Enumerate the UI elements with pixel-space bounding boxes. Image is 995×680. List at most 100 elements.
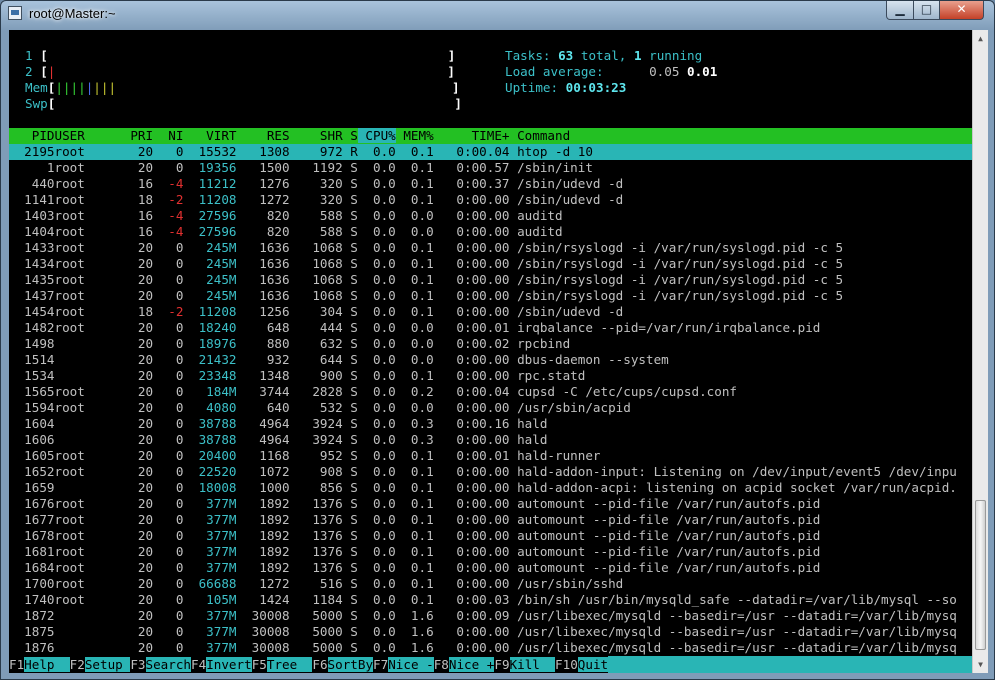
cell-time: 0:00.37 (433, 176, 510, 191)
fkey-f10[interactable]: F10 (555, 657, 578, 672)
process-row[interactable]: 1433root 20 0 245M 1636 1068 S 0.0 0.1 0… (9, 240, 972, 256)
process-row[interactable]: 1605root 20 0 20400 1168 952 S 0.0 0.1 0… (9, 448, 972, 464)
process-list[interactable]: 1root 20 0 19356 1500 1192 S 0.0 0.1 0:0… (9, 160, 972, 656)
column-header-virt[interactable]: VIRT (183, 128, 236, 143)
cell-ni: 0 (153, 512, 184, 527)
process-row[interactable]: 1482root 20 0 18240 648 444 S 0.0 0.0 0:… (9, 320, 972, 336)
fkey-f3[interactable]: F3 (130, 657, 146, 672)
process-row[interactable]: 1659 20 0 18008 1000 856 S 0.0 0.1 0:00.… (9, 480, 972, 496)
process-row[interactable]: 1652root 20 0 22520 1072 908 S 0.0 0.1 0… (9, 464, 972, 480)
cell-virt: 245M (183, 272, 237, 287)
column-header-time[interactable]: TIME+ (434, 128, 510, 143)
process-row[interactable]: 1434root 20 0 245M 1636 1068 S 0.0 0.1 0… (9, 256, 972, 272)
cell-command: /sbin/rsyslogd -i /var/run/syslogd.pid -… (509, 272, 844, 287)
cell-shr: 320 (289, 176, 343, 191)
fkey-f7[interactable]: F7 (373, 657, 389, 672)
vertical-scrollbar[interactable]: ▲ ▼ (972, 30, 988, 673)
cell-state: S (342, 464, 358, 479)
process-row[interactable]: 1435root 20 0 245M 1636 1068 S 0.0 0.1 0… (9, 272, 972, 288)
process-row[interactable]: 1740root 20 0 105M 1424 1184 S 0.0 0.1 0… (9, 592, 972, 608)
process-row[interactable]: 1root 20 0 19356 1500 1192 S 0.0 0.1 0:0… (9, 160, 972, 176)
fkey-label-f1[interactable]: Help (24, 657, 70, 672)
cell-cpu: 0.0 (357, 528, 396, 543)
process-row[interactable]: 1677root 20 0 377M 1892 1376 S 0.0 0.1 0… (9, 512, 972, 528)
cell-shr: 532 (289, 400, 343, 415)
fkey-label-f4[interactable]: Invert (206, 657, 252, 672)
process-row[interactable]: 1565root 20 0 184M 3744 2828 S 0.0 0.2 0… (9, 384, 972, 400)
process-row[interactable]: 1681root 20 0 377M 1892 1376 S 0.0 0.1 0… (9, 544, 972, 560)
putty-icon[interactable] (8, 6, 22, 20)
scroll-up-icon[interactable]: ▲ (973, 30, 988, 47)
cell-pri: 20 (122, 272, 154, 287)
fkey-f2[interactable]: F2 (69, 657, 85, 672)
process-row[interactable]: 1437root 20 0 245M 1636 1068 S 0.0 0.1 0… (9, 288, 972, 304)
fkey-f4[interactable]: F4 (191, 657, 207, 672)
process-row[interactable]: 1700root 20 0 66688 1272 516 S 0.0 0.1 0… (9, 576, 972, 592)
cell-user: root (54, 320, 123, 335)
column-header-user[interactable]: USER (55, 128, 123, 143)
process-row[interactable]: 1403root 16 -4 27596 820 588 S 0.0 0.0 0… (9, 208, 972, 224)
process-row[interactable]: 1404root 16 -4 27596 820 588 S 0.0 0.0 0… (9, 224, 972, 240)
cpu1-meter: 1 [] (25, 48, 456, 63)
cell-ni: 0 (153, 272, 184, 287)
fkey-label-f2[interactable]: Setup (84, 657, 131, 672)
column-header-res[interactable]: RES (237, 128, 290, 143)
fkey-f8[interactable]: F8 (433, 657, 449, 672)
uptime: Uptime: 00:03:23 (505, 80, 627, 95)
minimize-button[interactable]: ▁ (886, 1, 914, 20)
title-bar[interactable]: root@Master:~ ▁ □ ✕ (1, 1, 994, 27)
cell-mem: 0.1 (395, 288, 434, 303)
cell-user (55, 480, 123, 495)
process-row[interactable]: 440root 16 -4 11212 1276 320 S 0.0 0.1 0… (9, 176, 972, 192)
scroll-thumb[interactable] (975, 500, 986, 650)
process-row[interactable]: 1498 20 0 18976 880 632 S 0.0 0.0 0:00.0… (9, 336, 972, 352)
fkey-label-f10[interactable]: Quit (577, 657, 609, 672)
column-header-command[interactable]: Command (510, 128, 570, 143)
column-header-shr[interactable]: SHR (290, 128, 343, 143)
fkey-f6[interactable]: F6 (312, 657, 328, 672)
cell-state: S (342, 160, 358, 175)
cell-cpu: 0.0 (357, 480, 396, 495)
fkey-f9[interactable]: F9 (494, 657, 510, 672)
maximize-button[interactable]: □ (913, 1, 940, 20)
cell-pri: 20 (122, 480, 154, 495)
column-header-row[interactable]: PIDUSER PRI NI VIRT RES SHR S CPU% MEM% … (9, 128, 972, 144)
process-row[interactable]: 1684root 20 0 377M 1892 1376 S 0.0 0.1 0… (9, 560, 972, 576)
cell-command: automount --pid-file /var/run/autofs.pid (509, 528, 821, 543)
fkey-label-f6[interactable]: SortBy (327, 657, 374, 672)
cell-ni: 0 (153, 544, 184, 559)
process-row[interactable]: 1454root 18 -2 11208 1256 304 S 0.0 0.1 … (9, 304, 972, 320)
fkey-f1[interactable]: F1 (9, 657, 25, 672)
fkey-label-f5[interactable]: Tree (266, 657, 313, 672)
process-row[interactable]: 1872 20 0 377M 30008 5000 S 0.0 1.6 0:00… (9, 608, 972, 624)
cell-mem: 0.1 (395, 192, 434, 207)
process-row[interactable]: 1676root 20 0 377M 1892 1376 S 0.0 0.1 0… (9, 496, 972, 512)
close-button[interactable]: ✕ (939, 1, 984, 20)
cell-user: root (54, 560, 123, 575)
column-header-state[interactable]: S (343, 128, 358, 143)
cell-time: 0:00.00 (433, 400, 510, 415)
process-row[interactable]: 1604 20 0 38788 4964 3924 S 0.0 0.3 0:00… (9, 416, 972, 432)
cell-res: 1500 (236, 160, 290, 175)
column-header-cpu[interactable]: CPU% (357, 128, 396, 143)
process-row[interactable]: 1514 20 0 21432 932 644 S 0.0 0.0 0:00.0… (9, 352, 972, 368)
fkey-label-f3[interactable]: Search (145, 657, 192, 672)
column-header-pri[interactable]: PRI (123, 128, 153, 143)
process-row[interactable]: 1678root 20 0 377M 1892 1376 S 0.0 0.1 0… (9, 528, 972, 544)
process-row[interactable]: 1875 20 0 377M 30008 5000 S 0.0 1.6 0:00… (9, 624, 972, 640)
process-row[interactable]: 1141root 18 -2 11208 1272 320 S 0.0 0.1 … (9, 192, 972, 208)
process-row[interactable]: 1606 20 0 38788 4964 3924 S 0.0 0.3 0:00… (9, 432, 972, 448)
column-header-ni[interactable]: NI (153, 128, 183, 143)
column-header-mem[interactable]: MEM% (396, 128, 433, 143)
process-row[interactable]: 1534 20 0 23348 1348 900 S 0.0 0.1 0:00.… (9, 368, 972, 384)
process-row[interactable]: 1594root 20 0 4080 640 532 S 0.0 0.0 0:0… (9, 400, 972, 416)
fkey-label-f8[interactable]: Nice + (448, 657, 495, 672)
fkey-label-f9[interactable]: Kill (509, 657, 556, 672)
process-row[interactable]: 1876 20 0 377M 30008 5000 S 0.0 1.6 0:00… (9, 640, 972, 656)
terminal-area[interactable]: 1 [] 2 [|] Mem[||||||||] Swp[] Tasks: 63… (9, 30, 972, 673)
scroll-down-icon[interactable]: ▼ (973, 656, 988, 673)
selected-process-row[interactable]: 2195root 20 0 15532 1308 972 R 0.0 0.1 0… (9, 144, 972, 160)
fkey-label-f7[interactable]: Nice - (388, 657, 434, 672)
column-header-pid[interactable]: PID (9, 128, 55, 143)
fkey-f5[interactable]: F5 (251, 657, 267, 672)
